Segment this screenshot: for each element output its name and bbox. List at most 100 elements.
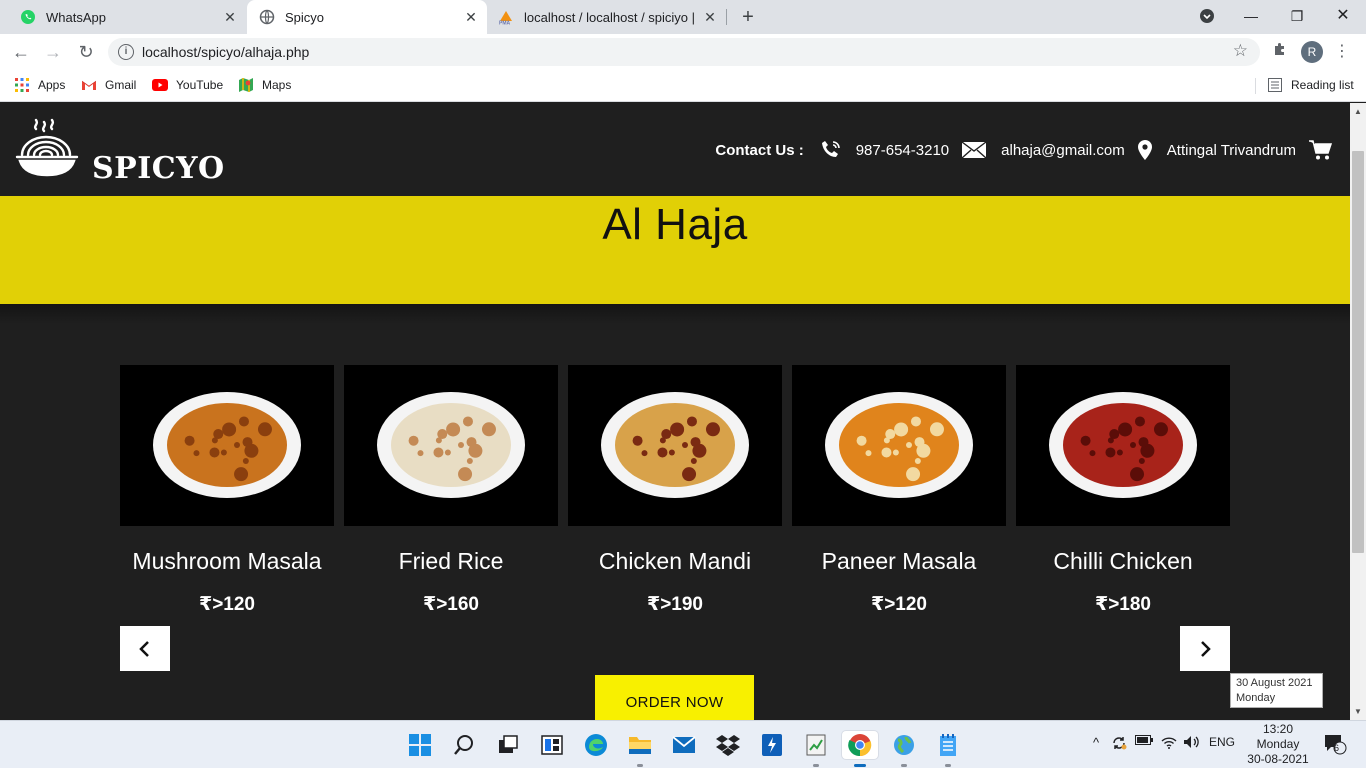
wifi-icon[interactable] xyxy=(1160,735,1178,749)
widgets-button[interactable] xyxy=(538,731,566,759)
food-detail xyxy=(910,416,921,427)
task-view-button[interactable] xyxy=(494,731,522,759)
notification-count: 6 xyxy=(1334,743,1340,753)
search-button[interactable] xyxy=(450,731,478,759)
location-text: Attingal Trivandrum xyxy=(1166,141,1296,159)
dish-image xyxy=(1016,365,1230,526)
bookmark-apps[interactable]: Apps xyxy=(14,77,65,93)
extensions-icon[interactable] xyxy=(1270,41,1290,61)
clock-time: 13:20 xyxy=(1262,722,1294,736)
dish-name: Paneer Masala xyxy=(821,548,977,574)
notepad-button[interactable] xyxy=(934,731,962,759)
cart-icon[interactable] xyxy=(1308,139,1332,161)
web-page: SPICYO Contact Us : 987-654-3210 alhaja@… xyxy=(0,103,1350,720)
food-detail xyxy=(211,437,218,444)
reading-list-button[interactable]: Reading list xyxy=(1267,77,1354,93)
tab-title: WhatsApp xyxy=(46,9,106,25)
food-detail xyxy=(435,437,442,444)
browser-menu-icon[interactable]: ⋮ xyxy=(1334,41,1350,63)
close-tab-icon[interactable]: ✕ xyxy=(702,9,718,25)
food-detail xyxy=(220,449,227,456)
tab-whatsapp[interactable]: WhatsApp ✕ xyxy=(0,0,246,34)
page-scrollbar[interactable]: ▲ ▼ xyxy=(1350,103,1366,720)
food-detail xyxy=(641,450,648,457)
food-detail xyxy=(242,437,253,448)
scroll-down-icon[interactable]: ▼ xyxy=(1354,707,1362,716)
food-detail xyxy=(234,467,249,482)
sync-icon[interactable] xyxy=(1110,735,1128,751)
chrome-button[interactable] xyxy=(842,731,878,759)
email-address[interactable]: alhaja@gmail.com xyxy=(1001,142,1125,159)
close-tab-icon[interactable]: ✕ xyxy=(222,9,238,25)
notification-center-button[interactable]: 6 xyxy=(1322,733,1348,755)
file-explorer-button[interactable] xyxy=(626,731,654,759)
food-detail xyxy=(417,450,424,457)
scroll-up-icon[interactable]: ▲ xyxy=(1354,107,1362,116)
date-tooltip: 30 August 2021 Monday xyxy=(1230,673,1323,708)
notepad-icon xyxy=(940,734,956,756)
site-logo[interactable]: SPICYO xyxy=(14,117,225,188)
show-hidden-icons[interactable]: ^ xyxy=(1088,735,1104,750)
bookmarks-bar: Apps Gmail YouTube Maps Reading list xyxy=(0,70,1366,102)
minimize-button[interactable]: — xyxy=(1238,4,1264,28)
editor-icon xyxy=(806,734,826,756)
notepad-chart-button[interactable] xyxy=(802,731,830,759)
search-icon xyxy=(454,735,473,755)
address-bar[interactable]: i localhost/spicyo/alhaja.php ☆ xyxy=(108,38,1260,66)
tab-title: Spicyo xyxy=(285,9,325,25)
mail-app-icon xyxy=(672,736,696,753)
tooltip-day: Monday xyxy=(1236,692,1276,704)
reload-button[interactable]: ↻ xyxy=(75,41,97,63)
tab-search-button[interactable] xyxy=(1194,4,1220,28)
edge-button[interactable] xyxy=(582,731,610,759)
forward-button[interactable]: → xyxy=(42,41,64,63)
carousel-prev-button[interactable] xyxy=(120,626,170,671)
new-tab-button[interactable]: + xyxy=(737,6,759,28)
taskbar-clock[interactable]: 13:20 Monday 30-08-2021 xyxy=(1244,722,1312,767)
food-detail xyxy=(444,449,451,456)
battery-icon[interactable] xyxy=(1134,735,1154,745)
menu-card[interactable]: Chilli Chicken ₹>180 xyxy=(1016,365,1230,616)
tab-spicyo[interactable]: Spicyo ✕ xyxy=(247,0,487,34)
close-tab-icon[interactable]: ✕ xyxy=(463,9,479,25)
scrollbar-thumb[interactable] xyxy=(1352,151,1364,553)
bookmark-youtube[interactable]: YouTube xyxy=(152,77,223,93)
language-indicator[interactable]: ENG xyxy=(1206,735,1238,749)
phone-number[interactable]: 987-654-3210 xyxy=(856,142,949,159)
food-detail xyxy=(481,422,496,437)
site-info-icon[interactable]: i xyxy=(118,44,134,60)
maps-app-button[interactable] xyxy=(890,731,918,759)
menu-card[interactable]: Paneer Masala ₹>120 xyxy=(792,365,1006,616)
menu-card[interactable]: Mushroom Masala ₹>120 xyxy=(120,365,334,616)
banner-shadow xyxy=(0,304,1350,324)
profile-avatar[interactable]: R xyxy=(1301,41,1323,63)
windows-logo-icon xyxy=(409,734,431,756)
food-detail xyxy=(1130,467,1145,482)
vscode-button[interactable] xyxy=(758,731,786,759)
dropbox-button[interactable] xyxy=(714,731,742,759)
volume-icon[interactable] xyxy=(1182,735,1202,749)
food-detail xyxy=(690,437,701,448)
food-detail xyxy=(238,416,249,427)
reading-list-label: Reading list xyxy=(1291,78,1354,92)
food-detail xyxy=(705,422,720,437)
menu-card[interactable]: Chicken Mandi ₹>190 xyxy=(568,365,782,616)
food-detail xyxy=(1089,450,1096,457)
menu-card[interactable]: Fried Rice ₹>160 xyxy=(344,365,558,616)
whatsapp-icon xyxy=(20,9,36,25)
bookmark-gmail[interactable]: Gmail xyxy=(81,77,136,93)
mail-app-button[interactable] xyxy=(670,731,698,759)
order-now-button[interactable]: ORDER NOW xyxy=(595,675,754,720)
bookmark-maps[interactable]: Maps xyxy=(238,77,291,93)
tab-phpmyadmin[interactable]: PMA localhost / localhost / spiciyo | ph… xyxy=(488,0,726,34)
start-button[interactable] xyxy=(406,731,434,759)
dish-plate-illustration xyxy=(377,392,525,498)
food-detail xyxy=(657,447,668,458)
bookmark-star-icon[interactable]: ☆ xyxy=(1233,41,1248,61)
back-button[interactable]: ← xyxy=(10,41,32,63)
restore-button[interactable]: ❐ xyxy=(1284,4,1310,28)
food-detail xyxy=(914,437,925,448)
carousel-next-button[interactable] xyxy=(1180,626,1230,671)
food-detail xyxy=(234,442,240,448)
window-close-button[interactable]: ✕ xyxy=(1330,4,1356,28)
